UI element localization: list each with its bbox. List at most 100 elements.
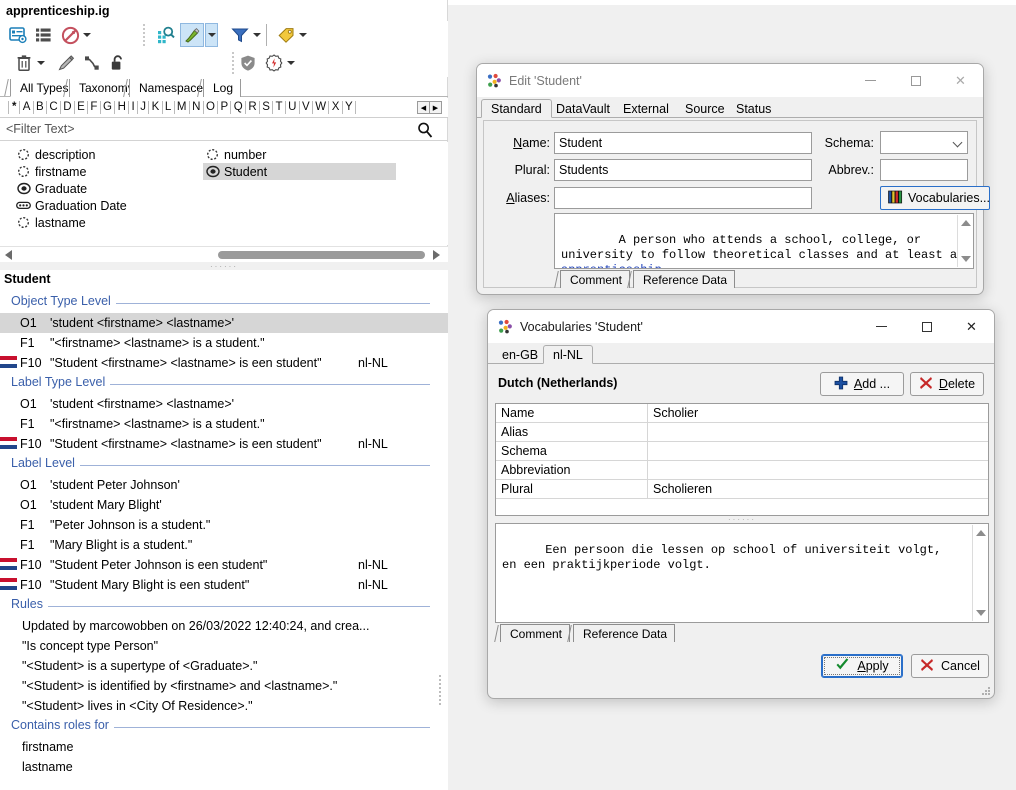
scroll-left-arrow-icon[interactable] <box>5 250 12 260</box>
caret-filter-icon[interactable] <box>250 23 263 47</box>
search-icon[interactable] <box>416 121 434 139</box>
tab-external[interactable]: External <box>613 99 679 118</box>
alpha-item-m[interactable]: M <box>175 101 190 114</box>
tab-en-gb[interactable]: en-GB <box>492 345 548 364</box>
alphabet-scroll-right-button[interactable]: ▶ <box>429 101 442 114</box>
list-item-student[interactable]: Student <box>203 163 396 180</box>
scroll-down-arrow-icon[interactable] <box>976 610 986 616</box>
caret-tag-icon[interactable] <box>296 23 309 47</box>
alpha-item-e[interactable]: E <box>75 101 89 114</box>
detail-row[interactable]: F1 "Mary Blight is a student." <box>0 535 448 555</box>
alpha-item-f[interactable]: F <box>88 101 101 114</box>
list-item[interactable]: Graduation Date <box>14 197 131 214</box>
alpha-item-r[interactable]: R <box>246 101 260 114</box>
alpha-item-q[interactable]: Q <box>231 101 247 114</box>
detail-row[interactable]: "<Student> lives in <City Of Residence>.… <box>0 696 448 716</box>
detail-row[interactable]: F10 "Student Peter Johnson is een studen… <box>0 555 448 575</box>
tag-icon[interactable] <box>274 23 298 47</box>
scroll-up-arrow-icon[interactable] <box>961 220 971 226</box>
scrollbar-thumb[interactable] <box>218 251 425 259</box>
alpha-item-v[interactable]: V <box>300 101 313 114</box>
maximize-button[interactable] <box>904 310 949 343</box>
name-field[interactable]: Student <box>554 132 812 154</box>
list-item[interactable]: firstname <box>14 163 131 180</box>
alpha-item-n[interactable]: N <box>190 101 204 114</box>
caret-gear-icon[interactable] <box>284 51 297 75</box>
no-entry-icon[interactable] <box>58 23 82 47</box>
alpha-item-i[interactable]: I <box>129 101 138 114</box>
comment-memo-scrollbar[interactable] <box>957 215 972 267</box>
edit-pencil-icon[interactable] <box>54 51 78 75</box>
alpha-item-s[interactable]: S <box>260 101 274 114</box>
apprenticeship-link[interactable]: apprenticeship <box>561 263 662 268</box>
alpha-item-h[interactable]: H <box>115 101 130 114</box>
shield-icon[interactable] <box>236 51 260 75</box>
list-view-icon[interactable] <box>32 23 56 47</box>
detail-row[interactable]: F1 "<firstname> <lastname> is a student.… <box>0 333 448 353</box>
highlighter-icon[interactable] <box>180 23 204 47</box>
table-row[interactable]: Abbreviation <box>496 461 988 480</box>
vocabulary-table[interactable]: Name Scholier Alias Schema Abbreviation … <box>495 403 989 516</box>
alpha-item-o[interactable]: O <box>204 101 219 114</box>
tab-log[interactable]: Log <box>203 79 242 97</box>
alpha-item-t[interactable]: T <box>273 101 286 114</box>
caret-no-entry-icon[interactable] <box>80 23 93 47</box>
edit-dialog-titlebar[interactable]: Edit 'Student' ✕ <box>477 64 983 97</box>
search-grid-icon[interactable] <box>154 23 178 47</box>
table-row[interactable]: Alias <box>496 423 988 442</box>
list-item[interactable]: description <box>14 146 131 163</box>
filter-icon[interactable] <box>228 23 252 47</box>
alpha-item-a[interactable]: A <box>20 101 34 114</box>
tab-nl-nl[interactable]: nl-NL <box>543 345 593 364</box>
vocab-splitter[interactable]: ······ <box>495 515 989 524</box>
plural-field[interactable]: Students <box>554 159 812 181</box>
detail-row[interactable]: "Is concept type Person" <box>0 636 448 656</box>
alpha-item-u[interactable]: U <box>286 101 300 114</box>
minimize-button[interactable] <box>848 64 893 97</box>
delete-button[interactable]: Delete <box>910 372 984 396</box>
alpha-item-x[interactable]: X <box>329 101 343 114</box>
panel-splitter[interactable]: ······ <box>0 262 448 271</box>
alpha-item-w[interactable]: W <box>313 101 330 114</box>
new-type-icon[interactable] <box>6 23 30 47</box>
abbrev-field[interactable] <box>880 159 968 181</box>
list-item[interactable]: lastname <box>14 214 131 231</box>
subtab-comment[interactable]: Comment <box>500 624 571 642</box>
alpha-item-y[interactable]: Y <box>343 101 356 114</box>
delete-trash-icon[interactable] <box>12 51 36 75</box>
scroll-right-arrow-icon[interactable] <box>433 250 440 260</box>
detail-row[interactable]: Updated by marcowobben on 26/03/2022 12:… <box>0 616 448 636</box>
list-horizontal-scrollbar[interactable] <box>0 246 448 262</box>
apply-button[interactable]: Apply <box>821 654 903 678</box>
add-button[interactable]: Add ... <box>820 372 904 396</box>
table-row[interactable]: Name Scholier <box>496 404 988 423</box>
list-item[interactable]: Graduate <box>14 180 131 197</box>
alpha-item-p[interactable]: P <box>218 101 232 114</box>
detail-row[interactable]: F1 "Peter Johnson is a student." <box>0 515 448 535</box>
alpha-item-g[interactable]: G <box>101 101 116 114</box>
detail-row[interactable]: F10 "Student <firstname> <lastname> is e… <box>0 353 448 373</box>
alpha-item-l[interactable]: L <box>163 101 175 114</box>
tab-datavault[interactable]: DataVault <box>546 99 620 118</box>
vocabularies-button[interactable]: Vocabularies... <box>880 186 990 210</box>
alpha-item-k[interactable]: K <box>149 101 163 114</box>
alpha-item-c[interactable]: C <box>47 101 61 114</box>
caret-highlighter-icon[interactable] <box>205 23 218 47</box>
minimize-button[interactable] <box>859 310 904 343</box>
detail-row[interactable]: "<Student> is identified by <firstname> … <box>0 676 448 696</box>
tab-standard[interactable]: Standard <box>481 99 552 118</box>
table-row[interactable]: Schema <box>496 442 988 461</box>
subtab-reference-data[interactable]: Reference Data <box>633 270 736 288</box>
unlock-icon[interactable] <box>106 51 130 75</box>
maximize-button[interactable] <box>893 64 938 97</box>
detail-row[interactable]: O1 'student <firstname> <lastname>' <box>0 313 448 333</box>
subtab-comment[interactable]: Comment <box>560 270 631 288</box>
cancel-button[interactable]: Cancel <box>911 654 989 678</box>
detail-row[interactable]: "<Student> is a supertype of <Graduate>.… <box>0 656 448 676</box>
relation-icon[interactable] <box>80 51 104 75</box>
alpha-item-b[interactable]: B <box>34 101 48 114</box>
detail-row[interactable]: F10 "Student Mary Blight is een student"… <box>0 575 448 595</box>
aliases-field[interactable] <box>554 187 812 209</box>
vocab-dialog-titlebar[interactable]: Vocabularies 'Student' ✕ <box>488 310 994 343</box>
detail-row[interactable]: F1 "<firstname> <lastname> is a student.… <box>0 414 448 434</box>
